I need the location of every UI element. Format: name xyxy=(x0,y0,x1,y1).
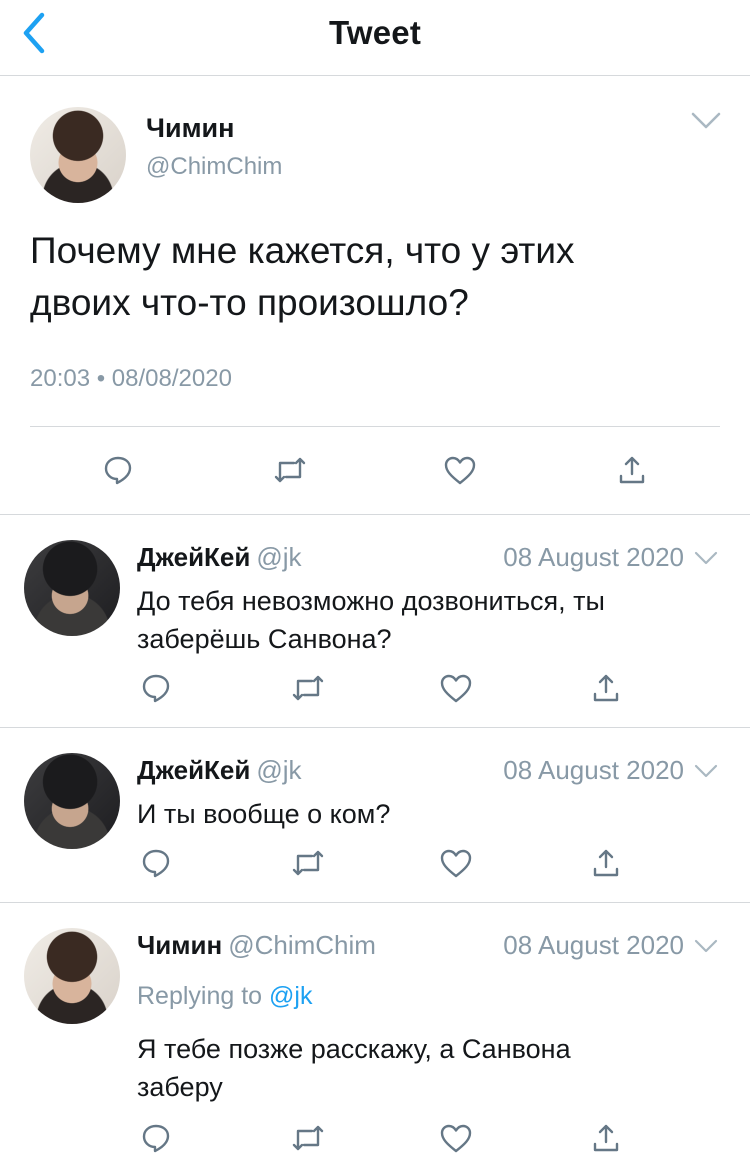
like-icon xyxy=(440,1124,472,1153)
tweet-timestamp: 20:03 • 08/08/2020 xyxy=(30,365,232,392)
tweet-date: 08 August 2020 xyxy=(503,755,684,785)
author-name[interactable]: Чимин xyxy=(146,113,234,144)
replying-to: Replying to @jk xyxy=(137,982,312,1011)
tweet-thread-screen: Tweet Чимин @ChimChim Почему мне кажется… xyxy=(0,0,750,1172)
reply-icon xyxy=(142,849,170,878)
share-button[interactable] xyxy=(588,670,624,706)
retweet-icon xyxy=(292,1125,324,1151)
share-icon xyxy=(593,674,619,702)
share-icon xyxy=(619,456,645,484)
reply-tweet: ДжейКей @jk 08 August 2020 До тебя невозм… xyxy=(0,516,750,728)
mention-link[interactable]: @jk xyxy=(269,982,312,1010)
reply-tweet: Чимин @ChimChim 08 August 2020 Replying t… xyxy=(0,904,750,1172)
author-name[interactable]: ДжейКей @jk xyxy=(137,755,302,786)
reply-button[interactable] xyxy=(100,452,136,488)
like-button[interactable] xyxy=(438,845,474,881)
retweet-icon xyxy=(292,850,324,876)
tweet-text-line: заберу xyxy=(137,1072,223,1102)
tweet-text-line: двоих что-то произошло? xyxy=(30,282,469,323)
chevron-down-icon[interactable] xyxy=(694,549,718,567)
chevron-down-icon[interactable] xyxy=(694,762,718,780)
author-handle[interactable]: @ChimChim xyxy=(146,153,282,181)
avatar[interactable] xyxy=(30,107,126,203)
tweet-text-line: До тебя невозможно дозвониться, ты xyxy=(137,586,605,616)
reply-button[interactable] xyxy=(138,845,174,881)
like-icon xyxy=(440,849,472,878)
retweet-button[interactable] xyxy=(290,670,326,706)
share-icon xyxy=(593,1124,619,1152)
author-handle: @jk xyxy=(256,755,302,785)
author-handle: @jk xyxy=(256,542,302,572)
author-handle: @ChimChim xyxy=(228,930,376,960)
nav-bar: Tweet xyxy=(0,0,750,76)
retweet-button[interactable] xyxy=(290,1120,326,1156)
share-button[interactable] xyxy=(614,452,650,488)
reply-icon xyxy=(104,456,132,485)
like-icon xyxy=(440,674,472,703)
tweet-actions xyxy=(0,1120,750,1160)
tweet-text: До тебя невозможно дозвониться, ты забер… xyxy=(137,582,727,658)
tweet-text: Почему мне кажется, что у этих двоих что… xyxy=(30,225,720,329)
retweet-icon xyxy=(292,675,324,701)
reply-icon xyxy=(142,674,170,703)
page-title: Tweet xyxy=(328,14,422,51)
tweet-actions xyxy=(0,845,750,885)
tweet-actions xyxy=(0,452,750,492)
chevron-down-icon[interactable] xyxy=(694,937,718,955)
share-button[interactable] xyxy=(588,1120,624,1156)
avatar[interactable] xyxy=(24,928,120,1024)
like-button[interactable] xyxy=(438,1120,474,1156)
author-name[interactable]: ДжейКей @jk xyxy=(137,542,302,573)
reply-icon xyxy=(142,1124,170,1153)
tweet-text: Я тебе позже расскажу, а Санвона заберу xyxy=(137,1030,727,1106)
tweet-text: И ты вообще о ком? xyxy=(137,795,727,833)
tweet-text-line: заберёшь Санвона? xyxy=(137,624,392,654)
tweet-text-line: Я тебе позже расскажу, а Санвона xyxy=(137,1034,571,1064)
tweet-date: 08 August 2020 xyxy=(503,542,684,572)
avatar[interactable] xyxy=(24,540,120,636)
avatar[interactable] xyxy=(24,753,120,849)
reply-tweet: ДжейКей @jk 08 August 2020 И ты вообще о … xyxy=(0,729,750,903)
share-icon xyxy=(593,849,619,877)
retweet-button[interactable] xyxy=(290,845,326,881)
reply-button[interactable] xyxy=(138,1120,174,1156)
tweet-actions xyxy=(0,670,750,710)
tweet-text-line: Почему мне кажется, что у этих xyxy=(30,230,575,271)
tweet-date: 08 August 2020 xyxy=(503,930,684,960)
retweet-button[interactable] xyxy=(272,452,308,488)
author-name-text: Чимин xyxy=(137,930,223,960)
main-tweet: Чимин @ChimChim Почему мне кажется, что … xyxy=(0,77,750,515)
share-button[interactable] xyxy=(588,845,624,881)
author-name-text: ДжейКей xyxy=(137,755,251,785)
author-name-text: ДжейКей xyxy=(137,542,251,572)
divider xyxy=(30,426,720,427)
reply-button[interactable] xyxy=(138,670,174,706)
chevron-down-icon[interactable] xyxy=(690,109,722,133)
like-button[interactable] xyxy=(442,452,478,488)
replying-to-label: Replying to xyxy=(137,982,263,1010)
author-name[interactable]: Чимин @ChimChim xyxy=(137,930,376,961)
like-icon xyxy=(444,456,476,485)
retweet-icon xyxy=(274,457,306,483)
like-button[interactable] xyxy=(438,670,474,706)
tweet-text-line: И ты вообще о ком? xyxy=(137,799,391,829)
